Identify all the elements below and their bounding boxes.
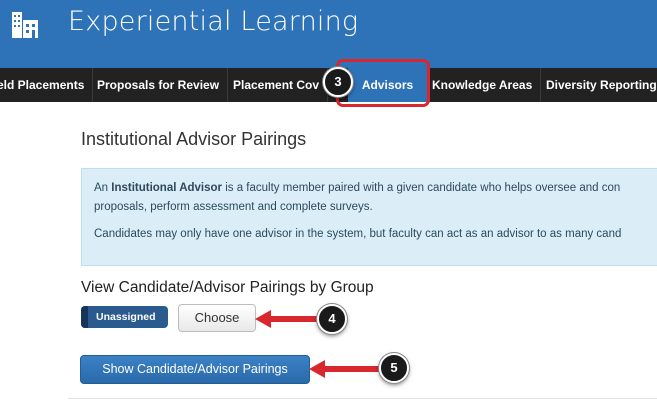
page-title: Institutional Advisor Pairings (81, 129, 307, 149)
tab-knowledge-areas[interactable]: Knowledge Areas (424, 68, 542, 102)
step-5-arrow-icon (309, 360, 379, 378)
info-line-1: An Institutional Advisor is a faculty me… (94, 179, 657, 198)
section-title: View Candidate/Advisor Pairings by Group (81, 279, 374, 296)
step-4-arrow-icon (255, 310, 317, 328)
tab-placement-coverage[interactable]: Placement Cov (225, 68, 329, 102)
step-3-callout: 3 (323, 67, 353, 97)
app-header: Experiential Learning (0, 0, 657, 68)
group-chip-label: Unassigned (96, 311, 156, 323)
tab-proposals-for-review[interactable]: Proposals for Review (89, 68, 229, 102)
step-5-callout: 5 (379, 353, 409, 383)
info-alert: An Institutional Advisor is a faculty me… (81, 168, 657, 266)
building-icon (12, 12, 38, 38)
choose-button[interactable]: Choose (178, 304, 256, 332)
chip-edge (81, 306, 88, 328)
tab-diversity-reporting[interactable]: Diversity Reporting (538, 68, 657, 102)
info-line-3: Candidates may only have one advisor in … (94, 228, 622, 240)
content-divider (68, 398, 657, 399)
info-text: is a faculty member paired with a given … (222, 182, 621, 194)
group-chip-unassigned[interactable]: Unassigned (81, 306, 168, 328)
info-text: An (94, 182, 112, 194)
info-line-2: proposals, perform assessment and comple… (94, 201, 373, 213)
step-4-callout: 4 (317, 304, 347, 334)
app-title: Experiential Learning (68, 6, 359, 37)
info-bold-term: Institutional Advisor (111, 182, 223, 194)
tab-field-placements[interactable]: eld Placements (0, 68, 94, 102)
show-pairings-button[interactable]: Show Candidate/Advisor Pairings (80, 355, 310, 384)
